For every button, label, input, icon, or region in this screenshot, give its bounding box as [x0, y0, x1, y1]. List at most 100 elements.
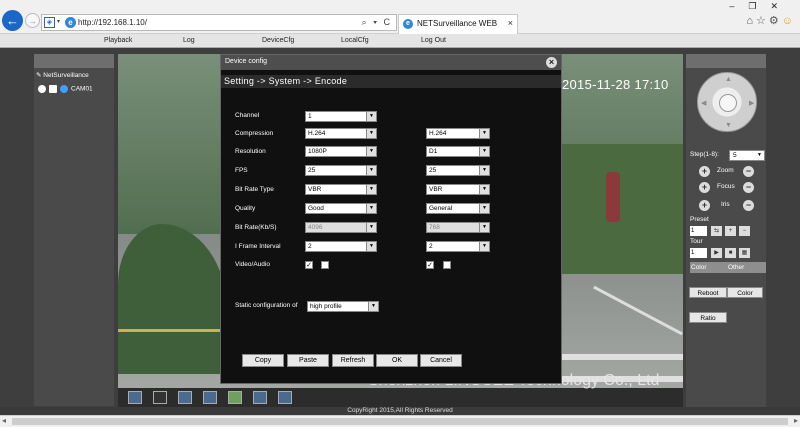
- forward-button[interactable]: →: [25, 13, 40, 28]
- home-star-gear-icons[interactable]: ⌂☆⚙: [746, 15, 781, 27]
- preset-remove-icon[interactable]: −: [739, 226, 750, 236]
- quality-extra-select[interactable]: General ▼: [426, 203, 490, 214]
- dialog-titlebar[interactable]: Device config ×: [221, 55, 561, 70]
- cancel-button[interactable]: Cancel: [420, 354, 462, 367]
- tab-other[interactable]: Other: [728, 264, 744, 271]
- osd-timestamp: 2015-11-28 17:10: [562, 77, 669, 92]
- fps-extra-select[interactable]: 25 ▼: [426, 165, 490, 176]
- single-view-icon[interactable]: [153, 391, 167, 404]
- extra-audio-checkbox[interactable]: [443, 261, 451, 269]
- quality-main-select[interactable]: Good ▼: [305, 203, 377, 214]
- chevron-down-icon: ▼: [366, 204, 376, 213]
- tab-color[interactable]: Color: [691, 264, 707, 271]
- preset-add-icon[interactable]: +: [725, 226, 736, 236]
- ptz-panel: ▲ ▼ ◀ ▶ Step(1-8): + Zoom − + Focus − + …: [686, 54, 766, 408]
- fullscreen-icon[interactable]: [128, 391, 142, 404]
- chevron-down-icon: ▼: [366, 185, 376, 194]
- bitrate-extra-select: 768 ▼: [426, 222, 490, 233]
- play-icon[interactable]: [60, 85, 68, 93]
- arrow-right-icon[interactable]: ▶: [749, 99, 754, 107]
- menu-devicecfg[interactable]: DeviceCfg: [262, 37, 294, 44]
- browser-tools[interactable]: ⌂☆⚙☺: [746, 14, 796, 27]
- ptz-center[interactable]: [719, 94, 737, 112]
- chevron-down-icon: ▼: [479, 129, 489, 138]
- tour-play-icon[interactable]: ▶: [711, 248, 722, 258]
- resolution-main-select[interactable]: 1080P ▼: [305, 146, 377, 157]
- back-button[interactable]: ←: [2, 10, 23, 31]
- refresh-button[interactable]: Refresh: [332, 354, 374, 367]
- record-icon[interactable]: [203, 391, 217, 404]
- iframe-main-select[interactable]: 2 ▼: [305, 241, 377, 252]
- resolution-extra-select[interactable]: D1 ▼: [426, 146, 490, 157]
- label-bitrate: Bit Rate(Kb/S): [235, 224, 277, 231]
- menu-localcfg[interactable]: LocalCfg: [341, 37, 369, 44]
- address-bar[interactable]: ◈ ▾ e http://192.168.1.10/ ⌕ ▾ C: [41, 14, 397, 31]
- stop-icon[interactable]: [49, 85, 57, 93]
- menu-logout[interactable]: Log Out: [421, 37, 446, 44]
- ie-icon: e: [403, 19, 413, 29]
- arrow-up-icon[interactable]: ▲: [725, 76, 732, 83]
- step-select[interactable]: 5 ▼: [729, 150, 765, 161]
- tree-root[interactable]: ✎ NetSurveillance: [36, 71, 89, 79]
- close-tab-icon[interactable]: ×: [508, 18, 513, 28]
- chevron-down-icon[interactable]: ▾: [57, 18, 60, 25]
- zoom-label: Zoom: [717, 167, 734, 174]
- chevron-down-icon: ▼: [479, 223, 489, 232]
- bitrate-type-main-select[interactable]: VBR ▼: [305, 184, 377, 195]
- video-scene-hedge: [558, 144, 683, 274]
- extra-video-checkbox[interactable]: ✓: [426, 261, 434, 269]
- iris-label: Iris: [721, 201, 730, 208]
- search-refresh-icons[interactable]: ⌕ ▾ C: [362, 17, 392, 28]
- talk-icon[interactable]: [253, 391, 267, 404]
- zoom-out-icon[interactable]: −: [743, 166, 754, 177]
- compression-extra-select[interactable]: H.264 ▼: [426, 128, 490, 139]
- image-icon[interactable]: [228, 391, 242, 404]
- iris-out-icon[interactable]: −: [743, 200, 754, 211]
- ok-button[interactable]: OK: [376, 354, 418, 367]
- audio-icon[interactable]: [278, 391, 292, 404]
- main-audio-checkbox[interactable]: [321, 261, 329, 269]
- reboot-button[interactable]: Reboot: [689, 287, 727, 298]
- close-icon[interactable]: ×: [546, 57, 557, 68]
- window-controls[interactable]: –❐✕: [729, 1, 792, 12]
- tour-input[interactable]: 1: [690, 248, 707, 258]
- url-text[interactable]: http://192.168.1.10/: [78, 18, 147, 27]
- copy-button[interactable]: Copy: [242, 354, 284, 367]
- chevron-down-icon: ▼: [479, 166, 489, 175]
- fps-main-select[interactable]: 25 ▼: [305, 165, 377, 176]
- chevron-down-icon: ▼: [366, 242, 376, 251]
- ratio-button[interactable]: Ratio: [689, 312, 727, 323]
- chevron-down-icon: ▼: [757, 152, 762, 158]
- arrow-left-icon[interactable]: ◀: [701, 99, 706, 107]
- iris-in-icon[interactable]: +: [699, 200, 710, 211]
- tour-grid-icon[interactable]: ▦: [739, 248, 750, 258]
- scroll-right-icon[interactable]: ▸: [794, 416, 798, 425]
- focus-out-icon[interactable]: −: [743, 182, 754, 193]
- bitrate-type-extra-select[interactable]: VBR ▼: [426, 184, 490, 195]
- chevron-down-icon: ▼: [368, 302, 378, 311]
- tree-cam01[interactable]: CAM01: [38, 85, 93, 93]
- channel-select[interactable]: 1 ▼: [305, 111, 377, 122]
- snapshot-icon[interactable]: [178, 391, 192, 404]
- color-button[interactable]: Color: [727, 287, 763, 298]
- scroll-thumb[interactable]: [12, 418, 788, 425]
- horizontal-scrollbar[interactable]: ◂ ▸: [0, 415, 800, 427]
- record-icon[interactable]: [38, 85, 46, 93]
- focus-in-icon[interactable]: +: [699, 182, 710, 193]
- compression-main-select[interactable]: H.264 ▼: [305, 128, 377, 139]
- menu-playback[interactable]: Playback: [104, 37, 132, 44]
- smiley-icon[interactable]: ☺: [782, 15, 796, 27]
- tour-stop-icon[interactable]: ■: [725, 248, 736, 258]
- ptz-direction-pad[interactable]: ▲ ▼ ◀ ▶: [697, 72, 757, 132]
- main-video-checkbox[interactable]: ✓: [305, 261, 313, 269]
- iframe-extra-select[interactable]: 2 ▼: [426, 241, 490, 252]
- preset-input[interactable]: 1: [690, 226, 707, 236]
- preset-goto-icon[interactable]: ⇆: [711, 226, 722, 236]
- browser-tab[interactable]: e NETSurveillance WEB ×: [398, 14, 518, 34]
- arrow-down-icon[interactable]: ▼: [725, 122, 732, 129]
- menu-log[interactable]: Log: [183, 37, 195, 44]
- zoom-in-icon[interactable]: +: [699, 166, 710, 177]
- paste-button[interactable]: Paste: [287, 354, 329, 367]
- scroll-left-icon[interactable]: ◂: [2, 416, 6, 425]
- static-config-select[interactable]: high profile ▼: [307, 301, 379, 312]
